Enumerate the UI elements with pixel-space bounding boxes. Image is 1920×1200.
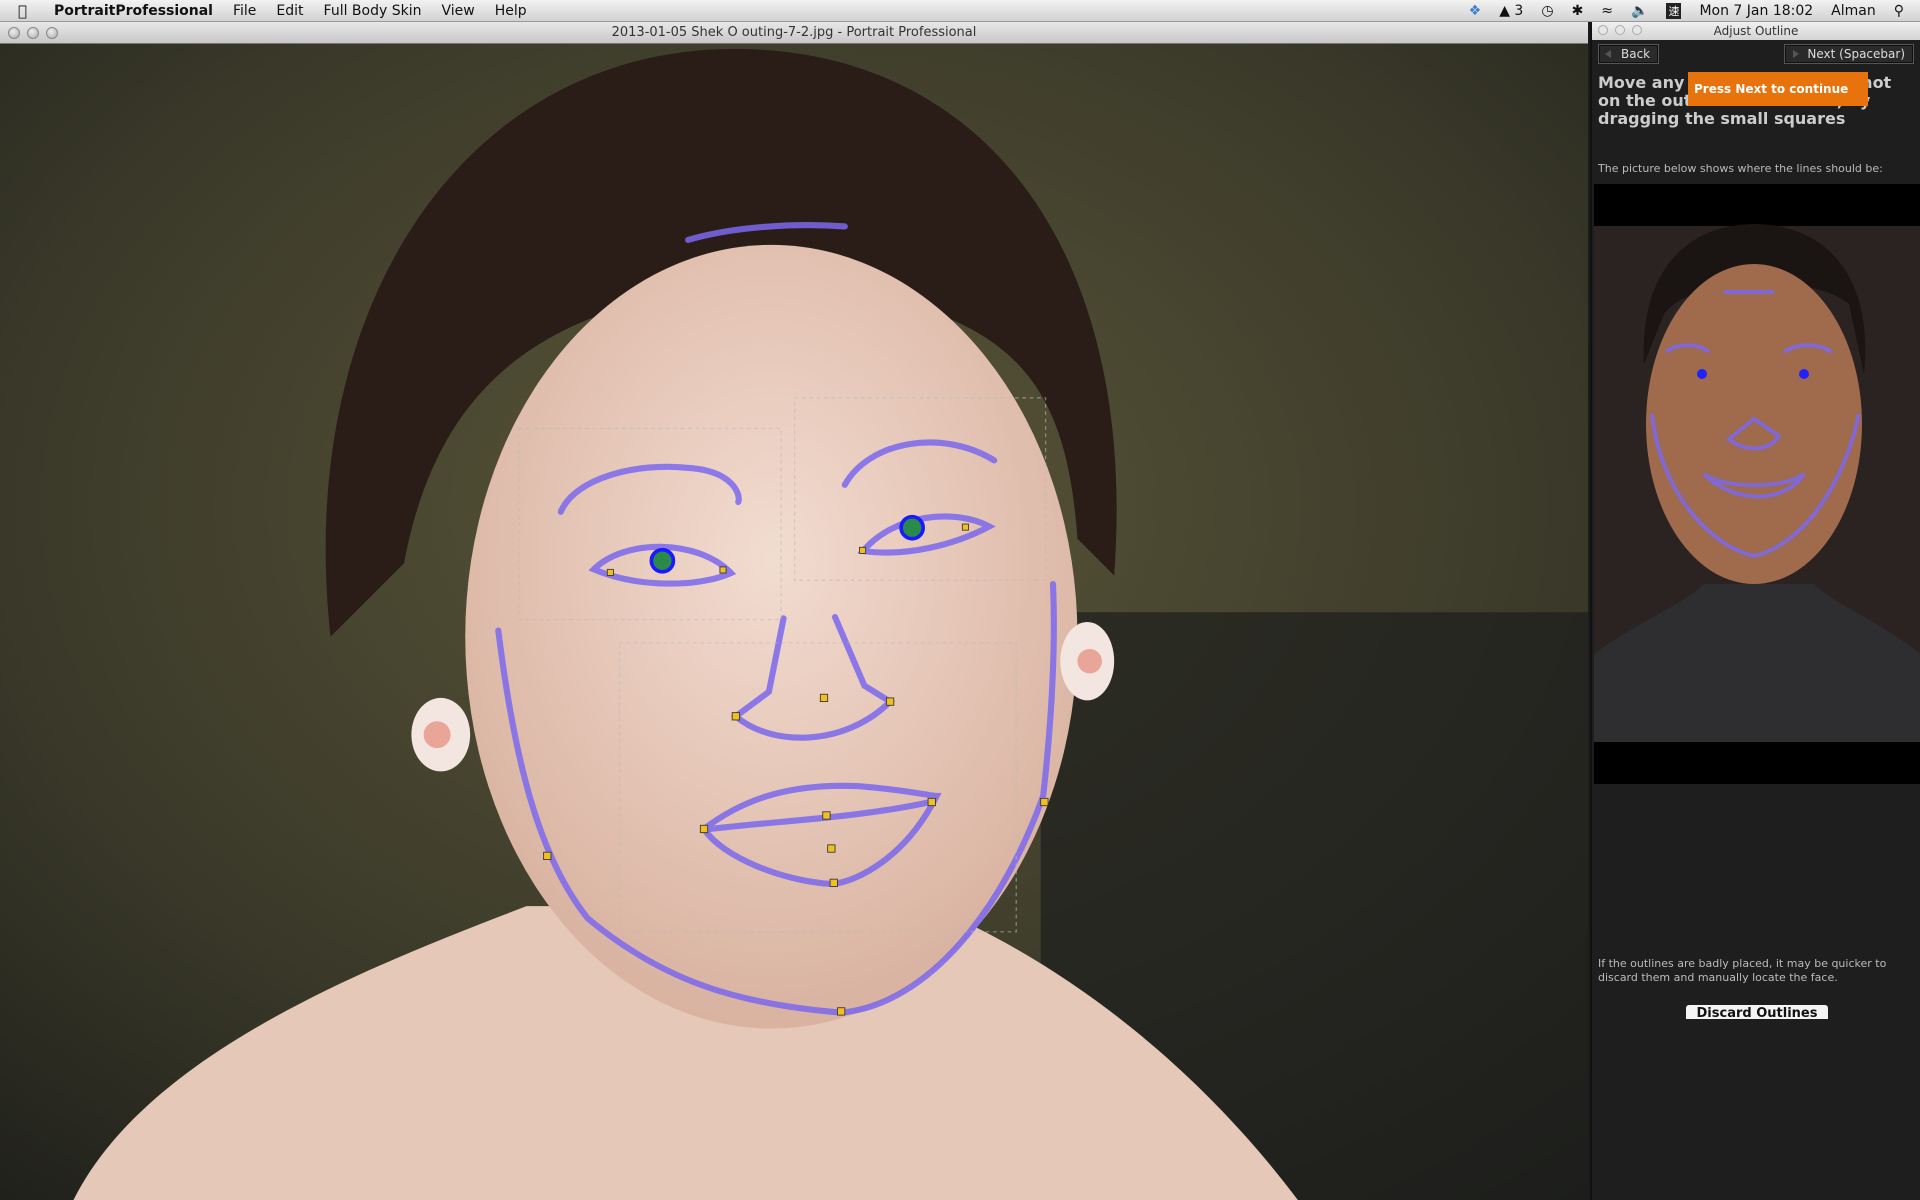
reference-picture bbox=[1594, 184, 1920, 784]
panel-title-bar: Adjust Outline bbox=[1592, 22, 1920, 40]
panel-minimize-button[interactable] bbox=[1615, 25, 1625, 35]
instruction-subtext: The picture below shows where the lines … bbox=[1598, 162, 1883, 175]
minimize-button[interactable] bbox=[27, 27, 39, 39]
next-button[interactable]: Next (Spacebar) bbox=[1784, 44, 1914, 64]
adobe-icon[interactable]: ▲ 3 bbox=[1499, 3, 1523, 19]
panel-zoom-button[interactable] bbox=[1632, 25, 1642, 35]
spotlight-icon[interactable]: ⚲ bbox=[1894, 3, 1904, 19]
dropbox-icon[interactable]: ❖ bbox=[1469, 3, 1482, 19]
discard-hint: If the outlines are badly placed, it may… bbox=[1598, 957, 1887, 984]
menu-edit[interactable]: Edit bbox=[276, 3, 303, 19]
menu-view[interactable]: View bbox=[442, 3, 475, 19]
window-title-bar: 2013-01-05 Shek O outing-7-2.jpg - Portr… bbox=[0, 22, 1588, 44]
panel-close-button[interactable] bbox=[1598, 25, 1608, 35]
photo-canvas[interactable] bbox=[0, 44, 1588, 1200]
user-name[interactable]: Alman bbox=[1831, 3, 1876, 19]
back-button[interactable]: Back bbox=[1598, 44, 1660, 64]
adobe-count: 3 bbox=[1514, 3, 1524, 19]
menu-file[interactable]: File bbox=[233, 3, 256, 19]
apple-menu-icon[interactable]:  bbox=[18, 2, 40, 20]
adjust-outline-panel: Adjust Outline Back Next (Spacebar) Move… bbox=[1590, 22, 1920, 1200]
clock[interactable]: Mon 7 Jan 18:02 bbox=[1699, 3, 1813, 19]
input-method-icon[interactable]: 速 bbox=[1666, 3, 1682, 19]
volume-icon[interactable]: 🔈 bbox=[1631, 3, 1648, 19]
menu-help[interactable]: Help bbox=[495, 3, 527, 19]
bluetooth-icon[interactable]: ✱ bbox=[1572, 3, 1584, 19]
press-next-tooltip: Press Next to continue bbox=[1688, 72, 1868, 106]
tooltip-text: Press Next to continue bbox=[1694, 82, 1849, 96]
wifi-icon[interactable]: ≈ bbox=[1601, 3, 1613, 19]
panel-title: Adjust Outline bbox=[1713, 24, 1799, 38]
menu-full-body-skin[interactable]: Full Body Skin bbox=[324, 3, 422, 19]
close-button[interactable] bbox=[8, 27, 20, 39]
window-title: 2013-01-05 Shek O outing-7-2.jpg - Portr… bbox=[611, 25, 977, 40]
menu-bar:  PortraitProfessional File Edit Full Bo… bbox=[0, 0, 1920, 22]
time-machine-icon[interactable]: ◷ bbox=[1541, 3, 1553, 19]
zoom-button[interactable] bbox=[46, 27, 58, 39]
menu-app[interactable]: PortraitProfessional bbox=[54, 3, 213, 19]
discard-outlines-button[interactable]: Discard Outlines bbox=[1686, 1005, 1828, 1019]
